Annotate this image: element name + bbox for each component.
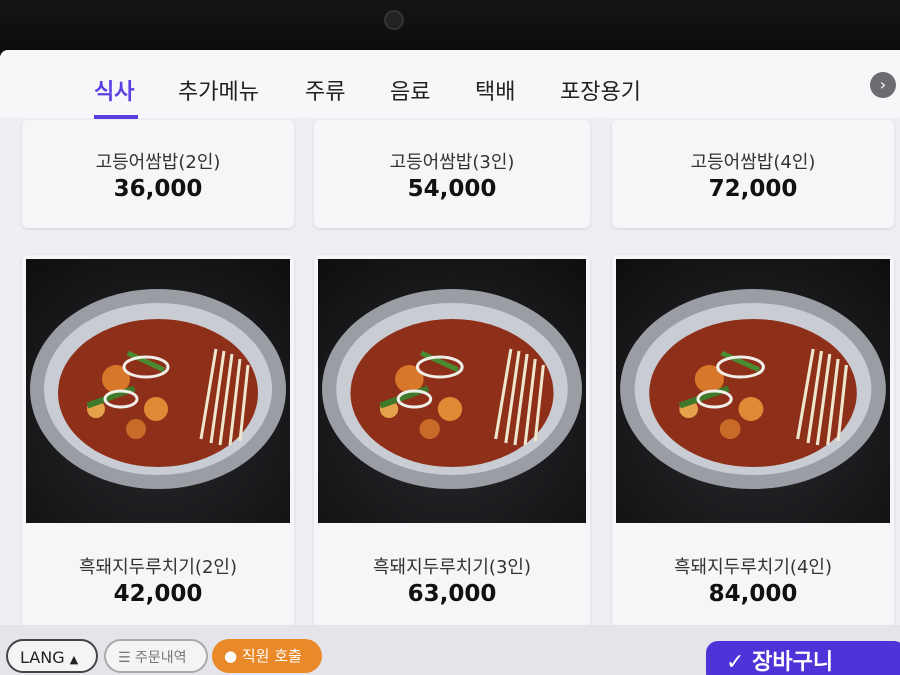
- menu-item-price: 42,000: [113, 581, 203, 607]
- category-tabs: 식사 추가메뉴 주류 음료 택배 포장용기 ›: [0, 50, 900, 119]
- language-button[interactable]: LANG ▲: [6, 639, 98, 673]
- language-label: LANG: [20, 648, 65, 667]
- menu-item-mackerel-3[interactable]: 고등어쌈밥(3인) 54,000: [314, 120, 590, 228]
- cart-button[interactable]: ✓ 장바구니: [706, 641, 900, 675]
- check-icon: ✓: [726, 650, 753, 675]
- menu-item-name: 고등어쌈밥(2인): [95, 152, 221, 173]
- menu-item-photo: [318, 259, 586, 523]
- tab-extra-menu[interactable]: 추가메뉴: [178, 74, 259, 106]
- menu-item-price: 63,000: [407, 581, 497, 607]
- dish-image: [322, 289, 582, 489]
- menu-item-name: 흑돼지두루치기(4인): [674, 557, 832, 578]
- call-staff-button[interactable]: ● 직원 호출: [212, 639, 322, 673]
- tab-alcohol[interactable]: 주류: [305, 74, 345, 106]
- list-icon: ☰: [118, 650, 136, 666]
- order-history-label: 주문내역: [135, 650, 187, 666]
- bottom-bar: LANG ▲ ☰ 주문내역 ● 직원 호출 ✓ 장바구니: [0, 625, 900, 675]
- menu-item-photo: [26, 259, 290, 523]
- call-staff-label: 직원 호출: [241, 647, 302, 665]
- menu-item-pork-3[interactable]: 흑돼지두루치기(3인) 63,000: [314, 255, 590, 667]
- menu-item-price: 84,000: [708, 581, 798, 607]
- chevron-right-icon[interactable]: ›: [870, 72, 896, 98]
- menu-item-name: 고등어쌈밥(3인): [389, 152, 515, 173]
- dish-image: [620, 289, 886, 489]
- menu-item-pork-2[interactable]: 흑돼지두루치기(2인) 42,000: [22, 255, 294, 667]
- triangle-up-icon: ▲: [69, 653, 79, 666]
- menu-item-price: 72,000: [708, 176, 798, 202]
- device-bezel: [0, 0, 900, 56]
- menu-item-name: 흑돼지두루치기(3인): [373, 557, 531, 578]
- person-icon: ●: [224, 647, 238, 665]
- tab-beverage[interactable]: 음료: [390, 74, 430, 106]
- tab-packaging[interactable]: 포장용기: [560, 74, 641, 106]
- menu-item-mackerel-4[interactable]: 고등어쌈밥(4인) 72,000: [612, 120, 894, 228]
- cart-label: 장바구니: [752, 650, 834, 675]
- dish-image: [30, 289, 286, 489]
- order-history-button[interactable]: ☰ 주문내역: [104, 639, 208, 673]
- menu-item-pork-4[interactable]: 흑돼지두루치기(4인) 84,000: [612, 255, 894, 667]
- camera: [384, 10, 404, 30]
- menu-item-price: 54,000: [407, 176, 497, 202]
- menu-item-photo: [616, 259, 890, 523]
- menu-item-name: 고등어쌈밥(4인): [690, 152, 816, 173]
- active-tab-indicator: [94, 115, 138, 119]
- menu-item-name: 흑돼지두루치기(2인): [79, 557, 237, 578]
- menu-item-price: 36,000: [113, 176, 203, 202]
- menu-item-mackerel-2[interactable]: 고등어쌈밥(2인) 36,000: [22, 120, 294, 228]
- kiosk-screen: 식사 추가메뉴 주류 음료 택배 포장용기 › 고등어쌈밥(2인) 36,000…: [0, 50, 900, 675]
- tab-meal[interactable]: 식사: [94, 74, 134, 106]
- tab-delivery[interactable]: 택배: [475, 74, 515, 106]
